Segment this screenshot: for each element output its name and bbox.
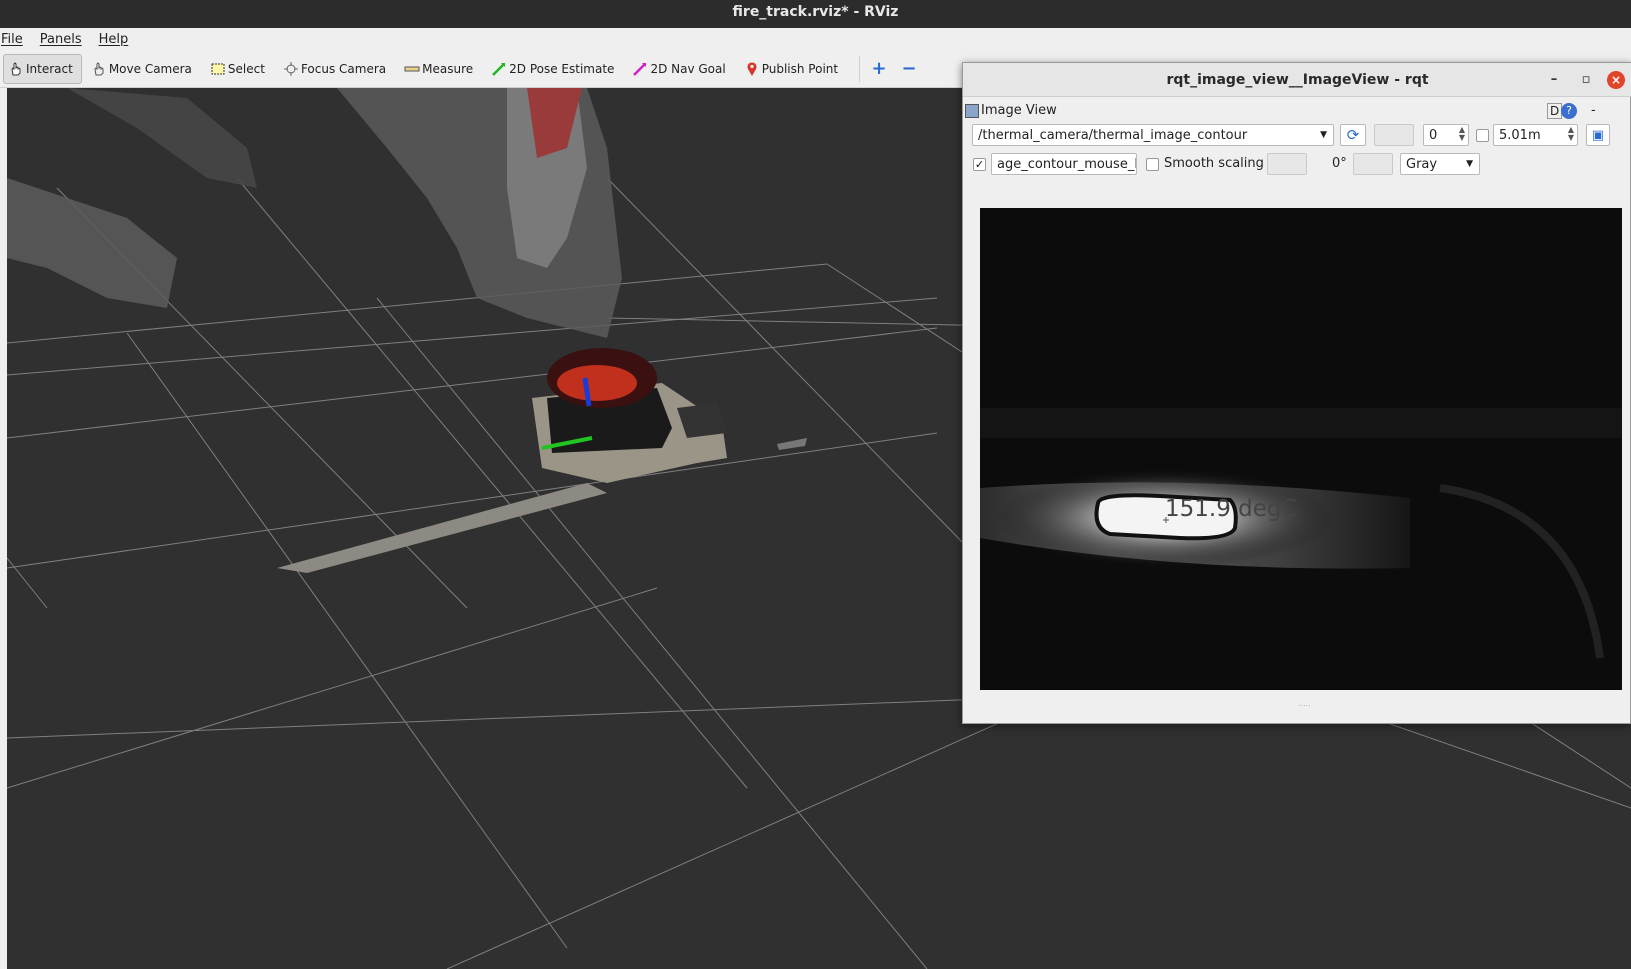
tool-2d-pose-estimate[interactable]: 2D Pose Estimate (486, 54, 623, 84)
mouse-topic-value: age_contour_mouse_left (997, 156, 1137, 172)
green-arrow-icon (491, 61, 507, 77)
panel-title: Image View (981, 103, 1057, 118)
help-icon[interactable]: ? (1561, 103, 1577, 119)
minus-icon[interactable]: − (898, 58, 920, 80)
mouse-topic-field[interactable]: age_contour_mouse_left (991, 153, 1137, 175)
temperature-overlay: 151.9 degC (1165, 496, 1298, 522)
tool-measure[interactable]: Measure (399, 54, 482, 84)
toolbar-separator (859, 55, 861, 82)
spin-arrows-icon[interactable]: ▲ ▼ (1457, 126, 1467, 144)
tool-publish-point-label: Publish Point (761, 61, 839, 76)
minimize-icon[interactable]: – (1545, 71, 1563, 89)
rotate-left-button[interactable] (1267, 153, 1307, 175)
maximize-icon[interactable]: ▫ (1577, 71, 1595, 89)
tool-focus-camera[interactable]: Focus Camera (278, 54, 395, 84)
tool-move-camera-label: Move Camera (108, 61, 192, 76)
tool-interact[interactable]: Interact (3, 53, 82, 84)
thermal-image: 151.9 degC (980, 208, 1622, 690)
menubar: File Panels Help (0, 28, 1631, 50)
window-title: fire_track.rviz* - RViz (732, 4, 899, 20)
spin-value: 0 (1429, 127, 1438, 143)
rotate-right-button[interactable] (1353, 153, 1393, 175)
rqt-window-title: rqt_image_view__ImageView - rqt (1166, 72, 1429, 88)
dynamic-range-checkbox[interactable] (1476, 129, 1489, 142)
select-box-icon (210, 61, 226, 77)
ruler-icon (404, 61, 420, 77)
tool-select[interactable]: Select (205, 54, 274, 84)
max-range-field[interactable]: 5.01m ▲ ▼ (1493, 124, 1578, 146)
tool-2d-nav-goal-label: 2D Nav Goal (650, 61, 726, 76)
tool-move-camera[interactable]: Move Camera (86, 54, 201, 84)
focus-camera-icon (283, 61, 299, 77)
colormap-select[interactable]: Gray ▼ (1400, 153, 1480, 175)
range-spin-arrows-icon[interactable]: ▲ ▼ (1566, 126, 1576, 144)
image-view-panel-header: Image View D ? - (963, 101, 1631, 123)
fire-source (532, 348, 807, 483)
move-camera-icon (91, 61, 107, 77)
menu-panels[interactable]: Panels (39, 32, 88, 47)
plus-icon[interactable]: + (868, 58, 890, 80)
colormap-value: Gray (1406, 156, 1438, 172)
left-dock-strip (0, 88, 7, 969)
magenta-arrow-icon (632, 61, 648, 77)
rotation-label: 0° (1332, 156, 1347, 171)
hand-cursor-icon (8, 61, 24, 77)
save-icon: ▣ (1591, 127, 1605, 143)
image-view-panel-icon (965, 104, 979, 118)
disabled-numeric-field (1374, 124, 1414, 146)
panel-minimize-icon[interactable]: - (1591, 103, 1596, 118)
point-cloud (7, 88, 622, 573)
refresh-icon: ⟳ (1346, 126, 1360, 144)
rqt-image-view-window[interactable]: rqt_image_view__ImageView - rqt – ▫ × Im… (962, 62, 1631, 724)
topic-value: /thermal_camera/thermal_image_contour (978, 127, 1248, 143)
spin-box[interactable]: 0 ▲ ▼ (1423, 124, 1469, 146)
topic-select[interactable]: /thermal_camera/thermal_image_contour ▼ (972, 124, 1334, 146)
smooth-scaling-checkbox[interactable] (1146, 158, 1159, 171)
save-image-button[interactable]: ▣ (1586, 124, 1610, 146)
tool-publish-point[interactable]: Publish Point (739, 54, 847, 84)
tool-2d-pose-estimate-label: 2D Pose Estimate (509, 61, 615, 76)
chevron-down-icon: ▼ (1320, 130, 1327, 140)
map-pin-icon (744, 61, 760, 77)
tool-measure-label: Measure (422, 61, 474, 76)
mouse-publish-checkbox[interactable]: ✓ (973, 158, 986, 171)
tool-select-label: Select (227, 61, 265, 76)
tool-2d-nav-goal[interactable]: 2D Nav Goal (627, 54, 734, 84)
tool-focus-camera-label: Focus Camera (300, 61, 387, 76)
close-icon[interactable]: × (1607, 71, 1625, 89)
tool-interact-label: Interact (26, 61, 73, 76)
max-range-value: 5.01m (1499, 127, 1541, 143)
smooth-scaling-label: Smooth scaling (1164, 156, 1264, 171)
resize-handle[interactable]: ..... (1298, 699, 1311, 708)
rqt-titlebar[interactable]: rqt_image_view__ImageView - rqt – ▫ × (963, 63, 1631, 97)
colormap-chevron-icon: ▼ (1466, 159, 1473, 169)
menu-help[interactable]: Help (98, 32, 135, 47)
refresh-topics-button[interactable]: ⟳ (1340, 124, 1366, 146)
thermal-image-display[interactable]: 151.9 degC (980, 208, 1622, 690)
panel-dock-button[interactable]: D (1547, 103, 1563, 119)
menu-file[interactable]: File (0, 32, 29, 47)
window-titlebar: fire_track.rviz* - RViz (0, 0, 1631, 28)
